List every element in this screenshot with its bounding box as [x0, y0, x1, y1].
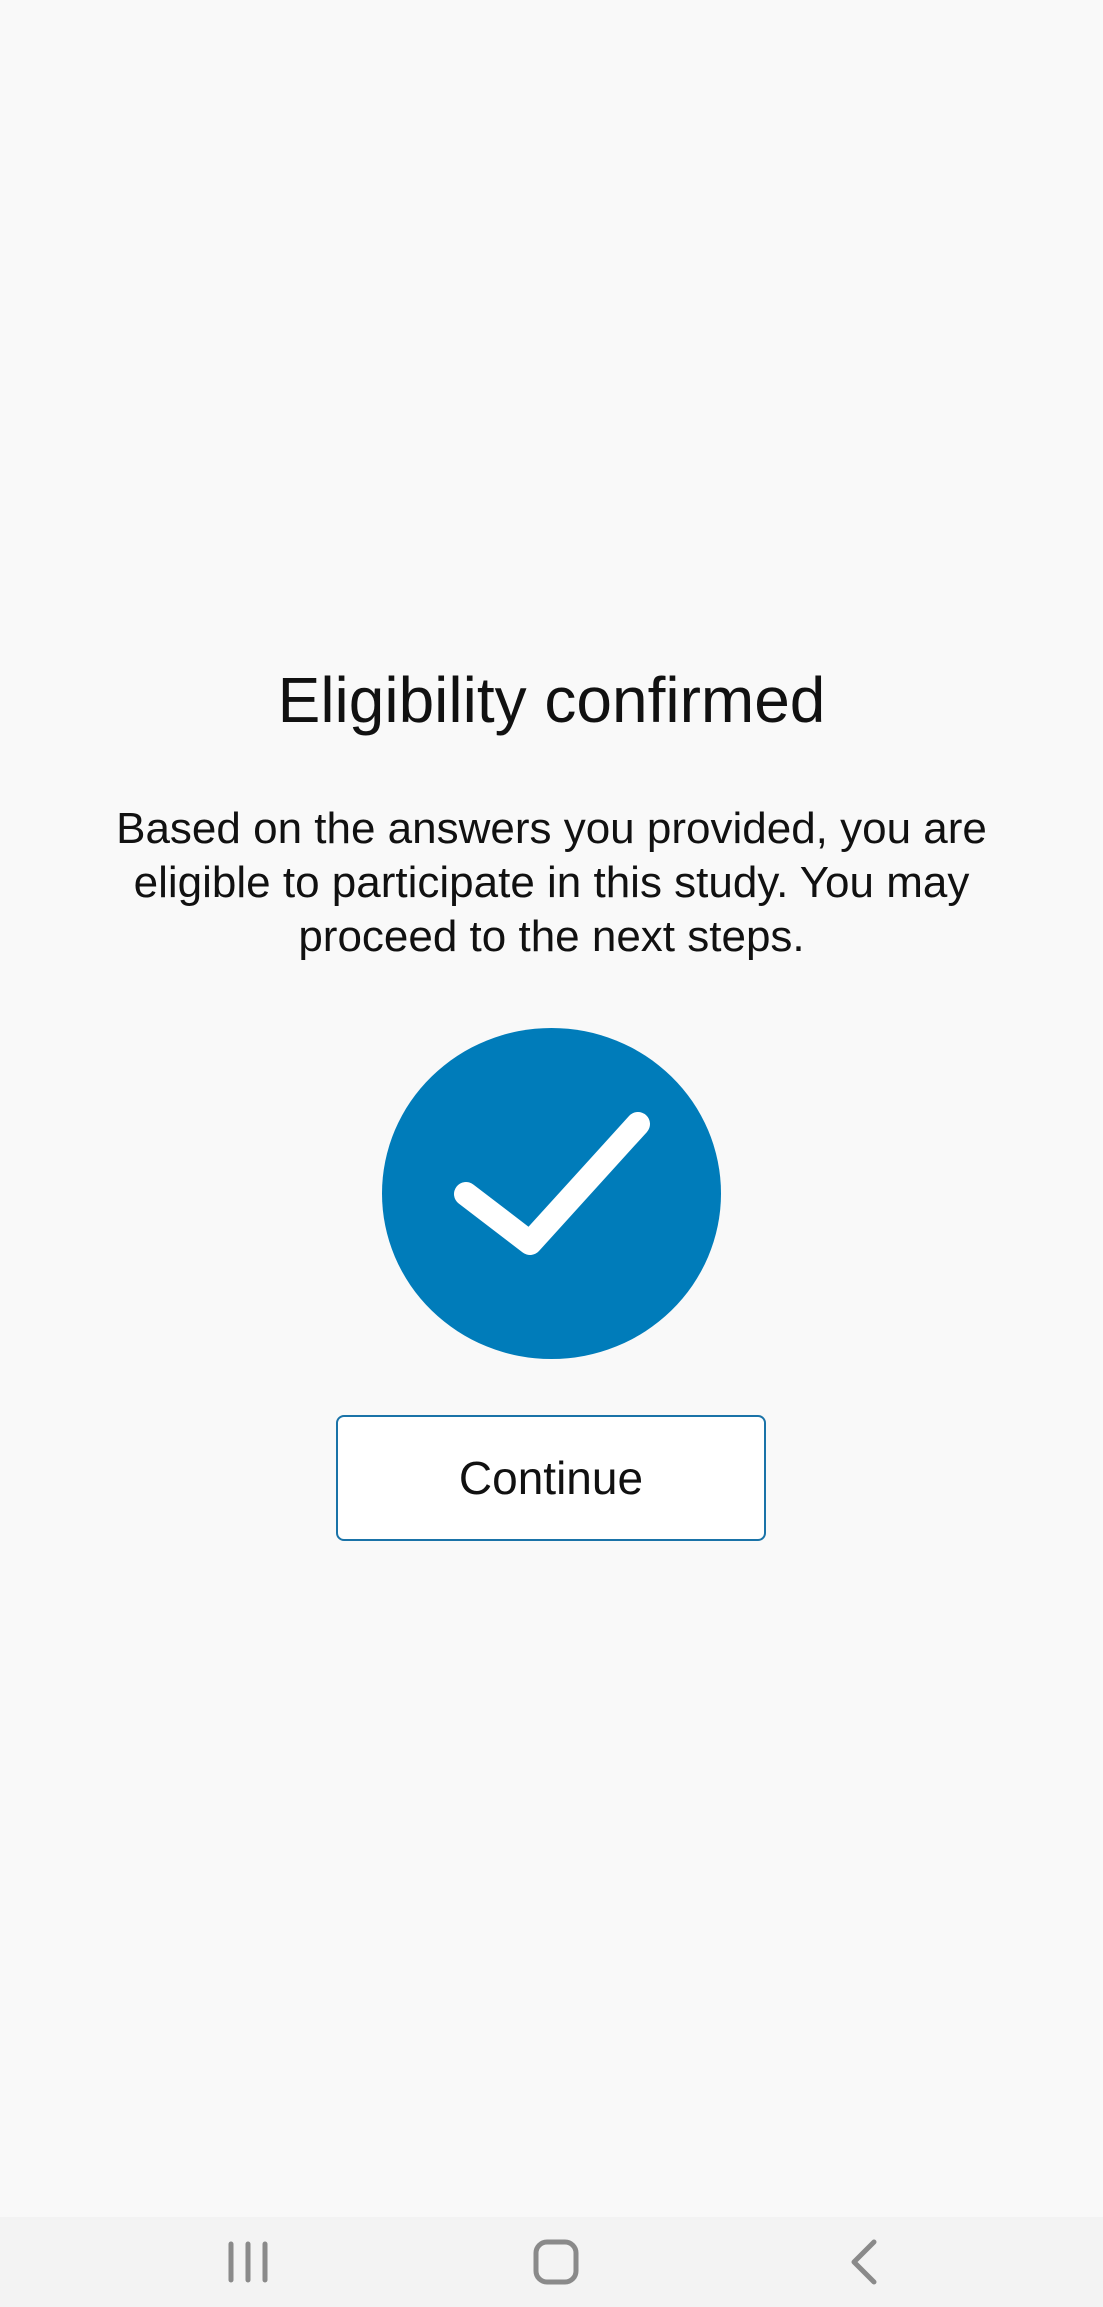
checkmark-circle-icon — [382, 1028, 721, 1359]
system-navigation-bar — [0, 2217, 1103, 2307]
back-button[interactable] — [804, 2217, 924, 2307]
home-button[interactable] — [496, 2217, 616, 2307]
eligibility-message: Based on the answers you provided, you a… — [116, 804, 987, 961]
recent-apps-button[interactable] — [188, 2217, 308, 2307]
home-icon — [533, 2239, 579, 2285]
continue-button[interactable]: Continue — [336, 1415, 766, 1541]
back-icon — [851, 2239, 877, 2285]
page-title: Eligibility confirmed — [277, 664, 826, 736]
recent-apps-icon — [228, 2241, 268, 2283]
